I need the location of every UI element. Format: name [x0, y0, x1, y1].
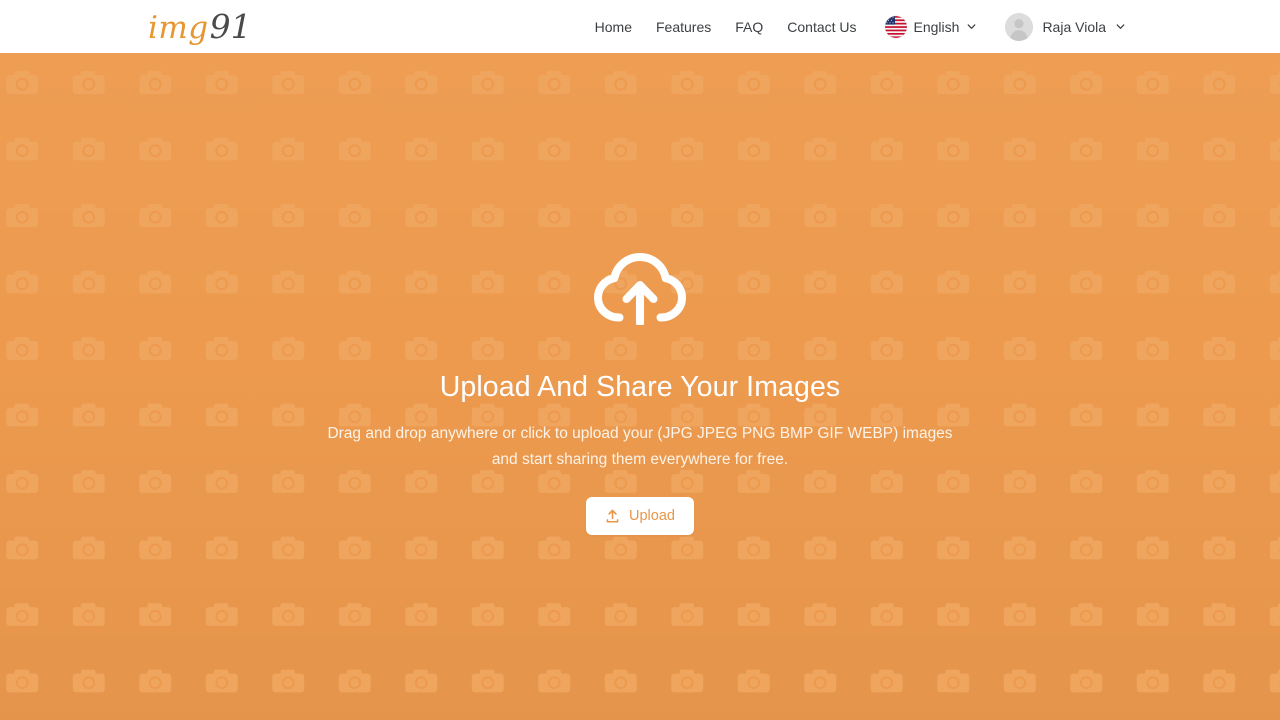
page-root: img 91 Home Features FAQ Contact Us Engl…	[0, 0, 1280, 720]
chevron-down-icon	[1116, 24, 1125, 29]
page-title: Upload And Share Your Images	[439, 371, 841, 403]
avatar	[1005, 12, 1034, 41]
hero-subtitle: Drag and drop anywhere or click to uploa…	[327, 425, 953, 469]
nav-link-faq[interactable]: FAQ	[723, 14, 775, 40]
nav-link-home[interactable]: Home	[587, 14, 644, 40]
logo-text-img: img	[148, 9, 209, 46]
upload-icon	[606, 509, 619, 523]
cloud-upload-icon	[594, 253, 686, 325]
upload-button[interactable]: Upload	[586, 497, 694, 536]
chevron-down-icon	[968, 24, 976, 29]
user-menu[interactable]: Raja Viola	[999, 10, 1130, 44]
hero-upload-area[interactable]: Upload And Share Your Images Drag and dr…	[0, 53, 1280, 720]
user-name-label: Raja Viola	[1042, 18, 1106, 35]
hero-content: Upload And Share Your Images Drag and dr…	[0, 53, 1280, 536]
logo-img91[interactable]: img 91	[148, 10, 252, 44]
upload-button-label: Upload	[629, 508, 675, 525]
nav-link-contact-us[interactable]: Contact Us	[775, 14, 868, 40]
us-flag-icon	[884, 15, 907, 38]
language-label: English	[913, 18, 960, 35]
site-header: img 91 Home Features FAQ Contact Us Engl…	[0, 0, 1280, 53]
main-navigation: Home Features FAQ Contact Us English Raj…	[587, 10, 1130, 44]
logo-text-91: 91	[209, 6, 252, 46]
language-selector[interactable]: English	[879, 12, 986, 42]
nav-link-features[interactable]: Features	[644, 14, 723, 40]
